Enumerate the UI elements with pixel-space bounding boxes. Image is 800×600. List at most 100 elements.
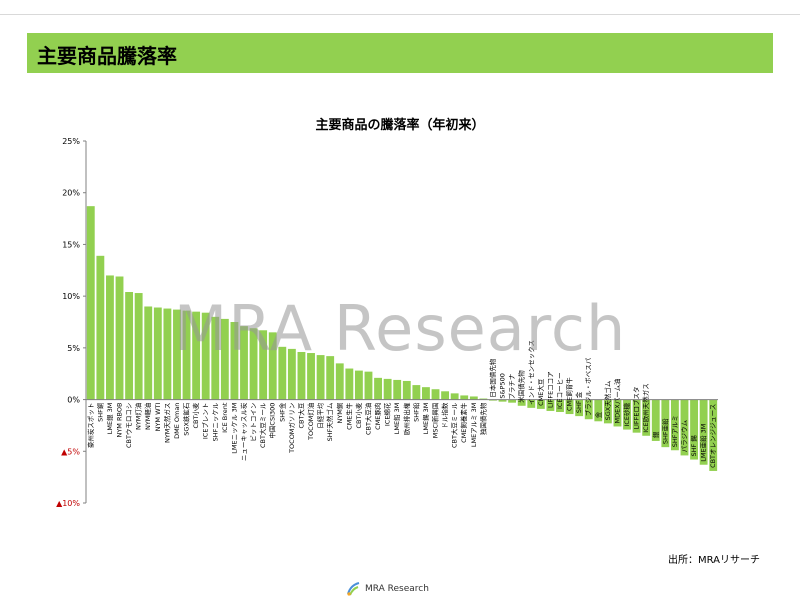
footer-logo: MRA Research — [345, 581, 429, 597]
category-label: CBT小麦 — [354, 402, 363, 428]
category-label: 米国債先物 — [517, 370, 526, 403]
category-label: プラチナ — [508, 374, 516, 400]
category-label: ニューキャッスル炭 — [240, 402, 248, 461]
bar — [211, 316, 220, 400]
category-label: CME豚肉 — [373, 403, 382, 430]
bar — [335, 363, 344, 400]
category-label: SHFアルミ — [671, 415, 679, 447]
category-label: ICE綿花 — [383, 402, 392, 426]
bar — [364, 371, 373, 400]
bar — [153, 307, 162, 400]
category-label: SHF銅 — [95, 402, 104, 422]
bar — [125, 292, 134, 400]
category-label: SHF鉛 — [411, 402, 420, 422]
category-label: CME大豆 — [536, 378, 545, 406]
bar — [441, 391, 450, 400]
footer-logo-text: MRA Research — [365, 584, 429, 594]
bar — [383, 378, 392, 400]
bar — [402, 380, 411, 400]
category-label: ICE Brent — [221, 402, 229, 433]
bar — [278, 346, 287, 400]
category-label: LME鉛 3M — [392, 403, 401, 435]
category-label: CBT大豆 — [296, 402, 305, 428]
y-tick-label: 10% — [62, 292, 80, 301]
bar — [220, 318, 229, 400]
category-label: SHF金 — [277, 402, 286, 422]
bar — [412, 385, 421, 400]
category-label: 豪州炭スポット — [86, 403, 95, 449]
y-tick-label: 0% — [67, 396, 80, 405]
category-label: SGX鉄鉱石 — [182, 402, 191, 436]
bar — [287, 348, 296, 400]
category-label: CBT大豆油 — [363, 403, 372, 435]
category-label: ドル指数 — [440, 402, 449, 429]
category-label: CME生牛 — [344, 402, 353, 430]
bar — [354, 370, 363, 400]
category-label: SHFニッケル — [211, 402, 219, 441]
bar — [249, 328, 258, 400]
bar — [460, 395, 469, 400]
category-label: CBT大豆ミール — [450, 402, 459, 448]
category-label: ICEコーヒー — [556, 372, 564, 409]
bar — [182, 310, 191, 400]
bar — [144, 306, 153, 400]
category-label: CBTウモロコシ — [125, 403, 133, 448]
bar — [431, 389, 440, 400]
bar-chart: 25% 20% 15% 10% 5% 0% ▲5% ▲10% 豪州炭スポット SHF銅 LME銀 3… — [56, 137, 718, 508]
bar — [297, 351, 306, 400]
bar — [307, 353, 315, 400]
bar — [268, 332, 277, 400]
bar — [393, 379, 402, 400]
category-label: SHF 金 — [574, 391, 583, 413]
category-label: LME銀 3M — [105, 403, 114, 435]
bar — [106, 275, 114, 400]
category-label: 日経平均 — [316, 402, 325, 429]
category-label: 金 — [593, 411, 602, 418]
category-label: CBT小麦 — [191, 402, 200, 428]
category-label: NYM WTI — [154, 402, 162, 431]
bar — [316, 355, 325, 400]
category-label: パラジウム — [680, 420, 688, 453]
bar — [96, 255, 105, 400]
bar — [230, 322, 239, 400]
category-label: CBT大豆ミール — [258, 402, 267, 448]
category-label: ビットコイン — [249, 403, 258, 442]
category-label: TOCOM灯油 — [306, 403, 315, 441]
category-label: 独国債先物 — [478, 402, 487, 435]
bar — [326, 356, 335, 400]
category-label: 日本国債先物 — [488, 358, 497, 398]
category-label: SGX天然ゴム — [603, 380, 612, 420]
bar — [422, 387, 430, 400]
category-label: CME飼養素牛 — [459, 402, 468, 443]
category-label: S&P500 — [499, 373, 507, 399]
y-tick-label: 20% — [62, 189, 80, 198]
category-label: DME Oman — [173, 403, 181, 439]
bar — [192, 311, 201, 400]
bar — [173, 309, 181, 400]
category-label: LIFFEロブスタ — [632, 387, 641, 430]
category-label: 中国CSI300 — [268, 403, 277, 439]
category-label: ICE欧州天然ガス — [641, 383, 650, 433]
bar — [345, 368, 354, 400]
bar — [259, 330, 268, 400]
bar — [450, 393, 459, 400]
category-label: インド・センセックス — [527, 340, 535, 405]
category-label: TOCOMガソリン — [287, 403, 296, 454]
category-label: MSCI新興国 — [431, 403, 440, 439]
bar — [134, 293, 143, 400]
category-label: ICE砂糖 — [622, 403, 631, 427]
category-label: LMEニッケル 3M — [230, 403, 238, 454]
category-label: LME錫 3M — [421, 403, 430, 435]
category-label: SHF天然ゴム — [325, 402, 334, 441]
y-tick-label: 25% — [62, 137, 80, 146]
y-tick-label: ▲10% — [56, 499, 80, 508]
category-label: CBTオレンジジュース — [709, 404, 717, 468]
category-label: NYM灯油 — [134, 403, 143, 430]
category-label: 銀 — [651, 431, 660, 438]
bar — [374, 377, 382, 400]
category-label: NYM軽油 — [143, 403, 152, 430]
bar — [115, 276, 124, 400]
category-label: NYM天然ガス — [162, 403, 171, 443]
category-label: MDEXパーム油 — [612, 378, 621, 423]
category-label: NYM銅 — [335, 402, 344, 423]
